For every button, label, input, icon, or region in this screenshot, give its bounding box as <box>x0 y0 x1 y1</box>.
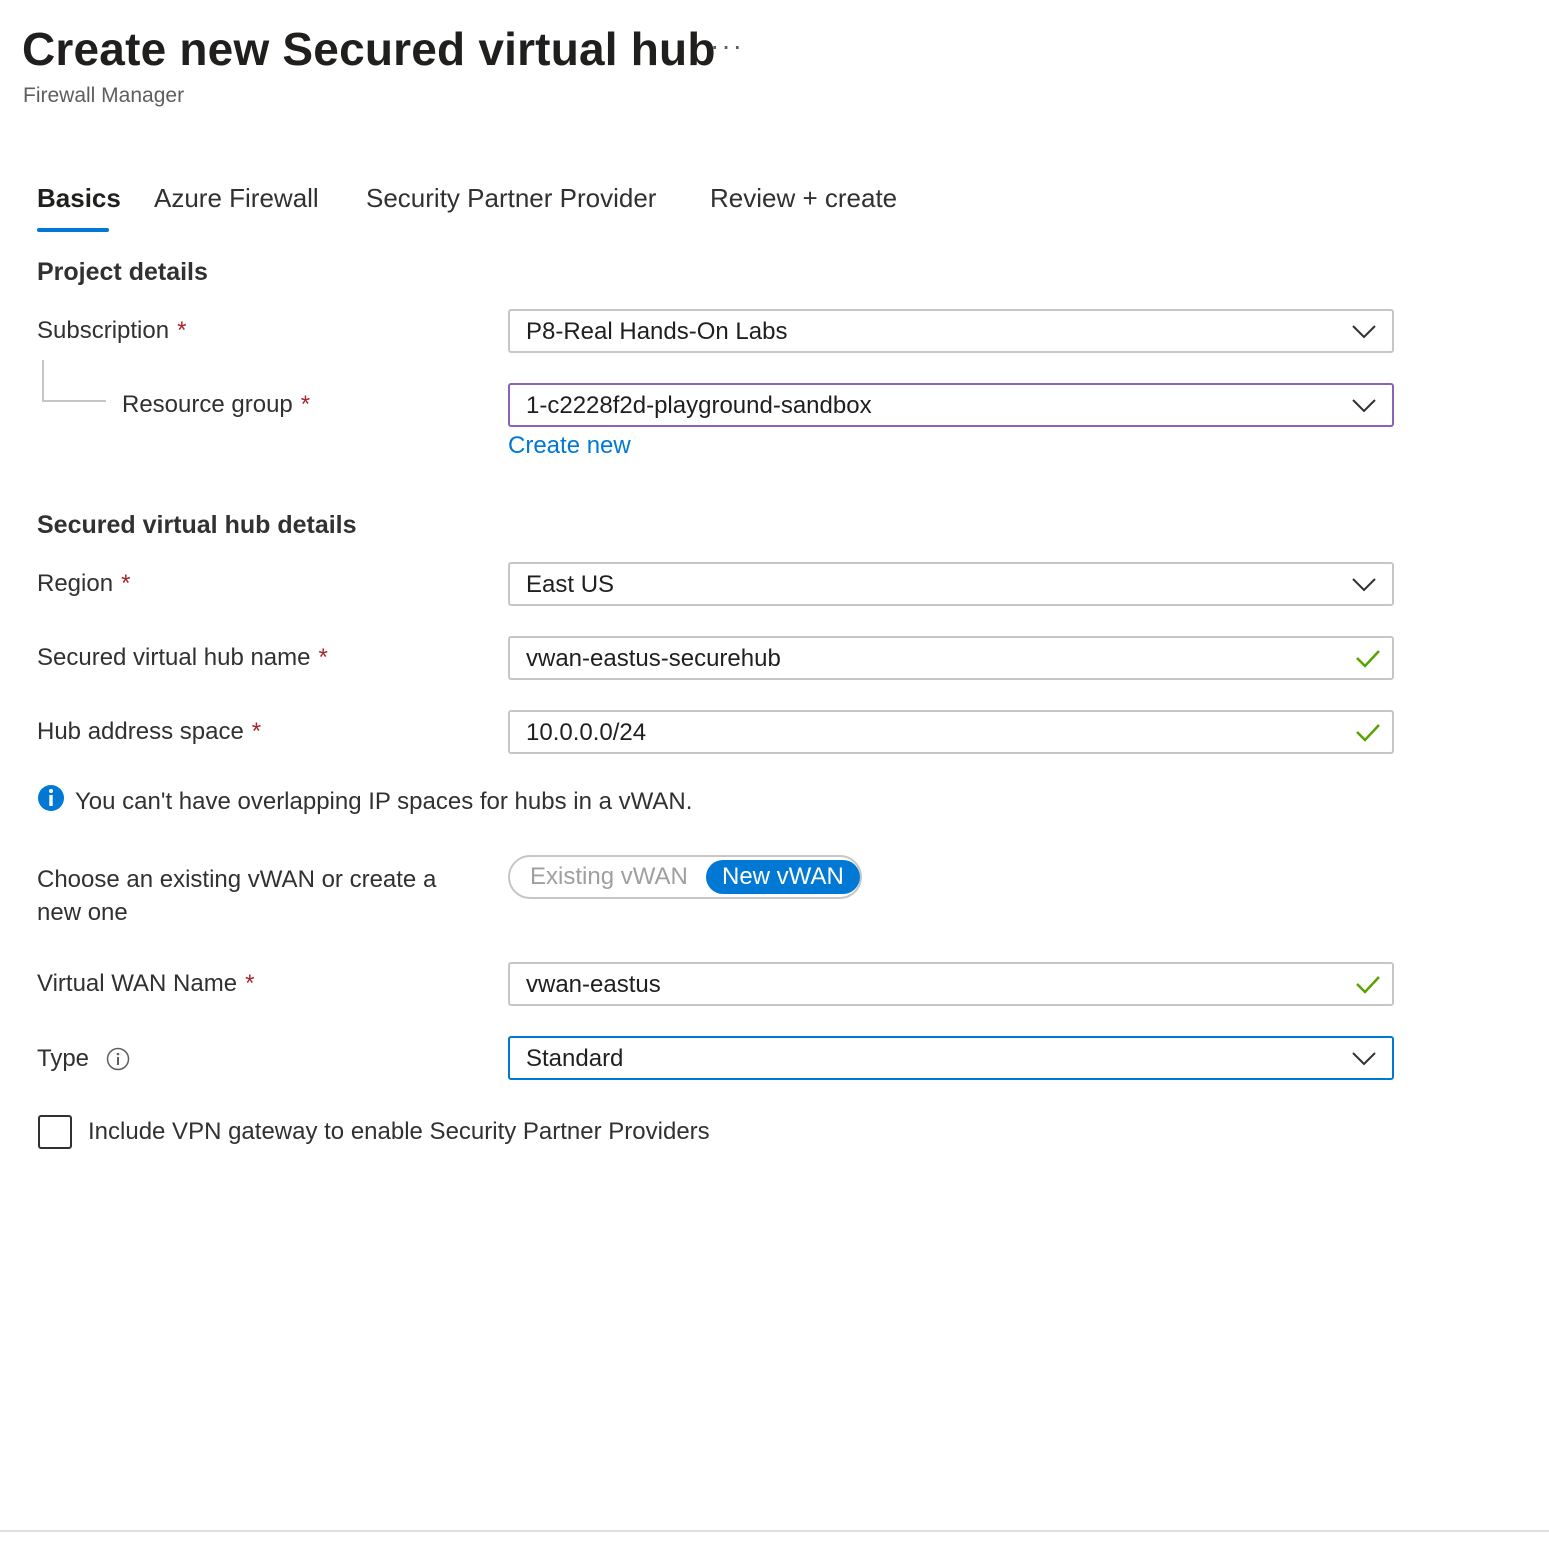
active-tab-indicator <box>37 228 109 232</box>
hub-name-label: Secured virtual hub name * <box>37 644 328 672</box>
resource-group-dropdown[interactable]: 1-c2228f2d-playground-sandbox <box>508 383 1394 427</box>
resource-group-value: 1-c2228f2d-playground-sandbox <box>526 392 872 419</box>
subscription-label: Subscription * <box>37 317 186 345</box>
required-marker: * <box>245 970 255 997</box>
region-dropdown[interactable]: East US <box>508 562 1394 606</box>
section-heading-project-details: Project details <box>37 258 208 286</box>
vwan-name-input[interactable]: vwan-eastus <box>508 962 1394 1006</box>
type-label: Type <box>37 1045 90 1072</box>
required-marker: * <box>318 644 328 671</box>
hub-name-input[interactable]: vwan-eastus-securehub <box>508 636 1394 680</box>
hub-address-label-text: Hub address space <box>37 718 244 745</box>
required-marker: * <box>121 570 131 597</box>
required-marker: * <box>300 391 311 418</box>
page-subtitle: Firewall Manager <box>23 84 185 107</box>
vwan-choice-label: Choose an existing vWAN or create a new … <box>37 863 436 929</box>
chevron-down-icon <box>1352 325 1376 339</box>
tab-azure-firewall[interactable]: Azure Firewall <box>154 183 319 214</box>
hub-name-label-text: Secured virtual hub name <box>37 644 311 671</box>
region-label: Region * <box>37 570 130 598</box>
more-options-button[interactable]: ··· <box>710 30 744 62</box>
page-title: Create new Secured virtual hub <box>22 23 716 75</box>
vwan-toggle[interactable]: Existing vWAN New vWAN <box>508 855 862 899</box>
required-marker: * <box>177 317 187 344</box>
resource-group-label-text: Resource group <box>122 391 293 418</box>
type-value: Standard <box>526 1045 624 1072</box>
section-heading-hub-details: Secured virtual hub details <box>37 511 357 539</box>
hub-address-input[interactable]: 10.0.0.0/24 <box>508 710 1394 754</box>
type-dropdown[interactable]: Standard <box>508 1036 1394 1080</box>
existing-vwan-option[interactable]: Existing vWAN <box>530 863 688 891</box>
chevron-down-icon <box>1352 399 1376 413</box>
info-message: You can't have overlapping IP spaces for… <box>75 788 693 815</box>
region-label-text: Region <box>37 570 114 597</box>
new-vwan-option[interactable]: New vWAN <box>706 860 860 894</box>
hub-address-value: 10.0.0.0/24 <box>526 719 647 746</box>
info-icon <box>38 785 64 811</box>
vwan-name-label-text: Virtual WAN Name <box>37 970 238 997</box>
checkmark-icon <box>1356 976 1380 994</box>
hub-name-value: vwan-eastus-securehub <box>526 645 781 672</box>
checkmark-icon <box>1356 724 1380 742</box>
vwan-choice-label-line2: new one <box>37 899 128 926</box>
required-marker: * <box>251 718 262 745</box>
tab-security-partner-provider[interactable]: Security Partner Provider <box>366 183 656 214</box>
footer-divider <box>0 1530 1549 1532</box>
subscription-dropdown[interactable]: P8-Real Hands-On Labs <box>508 309 1394 353</box>
vwan-name-label: Virtual WAN Name * <box>37 970 254 998</box>
region-value: East US <box>526 571 615 598</box>
vpn-gateway-label[interactable]: Include VPN gateway to enable Security P… <box>88 1118 710 1146</box>
info-icon[interactable] <box>106 1047 130 1071</box>
chevron-down-icon <box>1352 578 1376 592</box>
subscription-value: P8-Real Hands-On Labs <box>526 318 788 345</box>
create-new-link[interactable]: Create new <box>508 432 631 460</box>
checkmark-icon <box>1356 650 1380 668</box>
tree-connector <box>42 360 106 402</box>
vwan-name-value: vwan-eastus <box>526 971 661 998</box>
vwan-choice-label-line1: Choose an existing vWAN or create a <box>37 866 437 893</box>
chevron-down-icon <box>1352 1052 1376 1066</box>
resource-group-label: Resource group * <box>122 391 310 419</box>
tab-review-create[interactable]: Review + create <box>710 183 897 214</box>
tab-basics[interactable]: Basics <box>37 183 121 214</box>
subscription-label-text: Subscription <box>37 317 170 344</box>
vpn-gateway-checkbox[interactable] <box>38 1115 72 1149</box>
hub-address-label: Hub address space * <box>37 718 261 746</box>
